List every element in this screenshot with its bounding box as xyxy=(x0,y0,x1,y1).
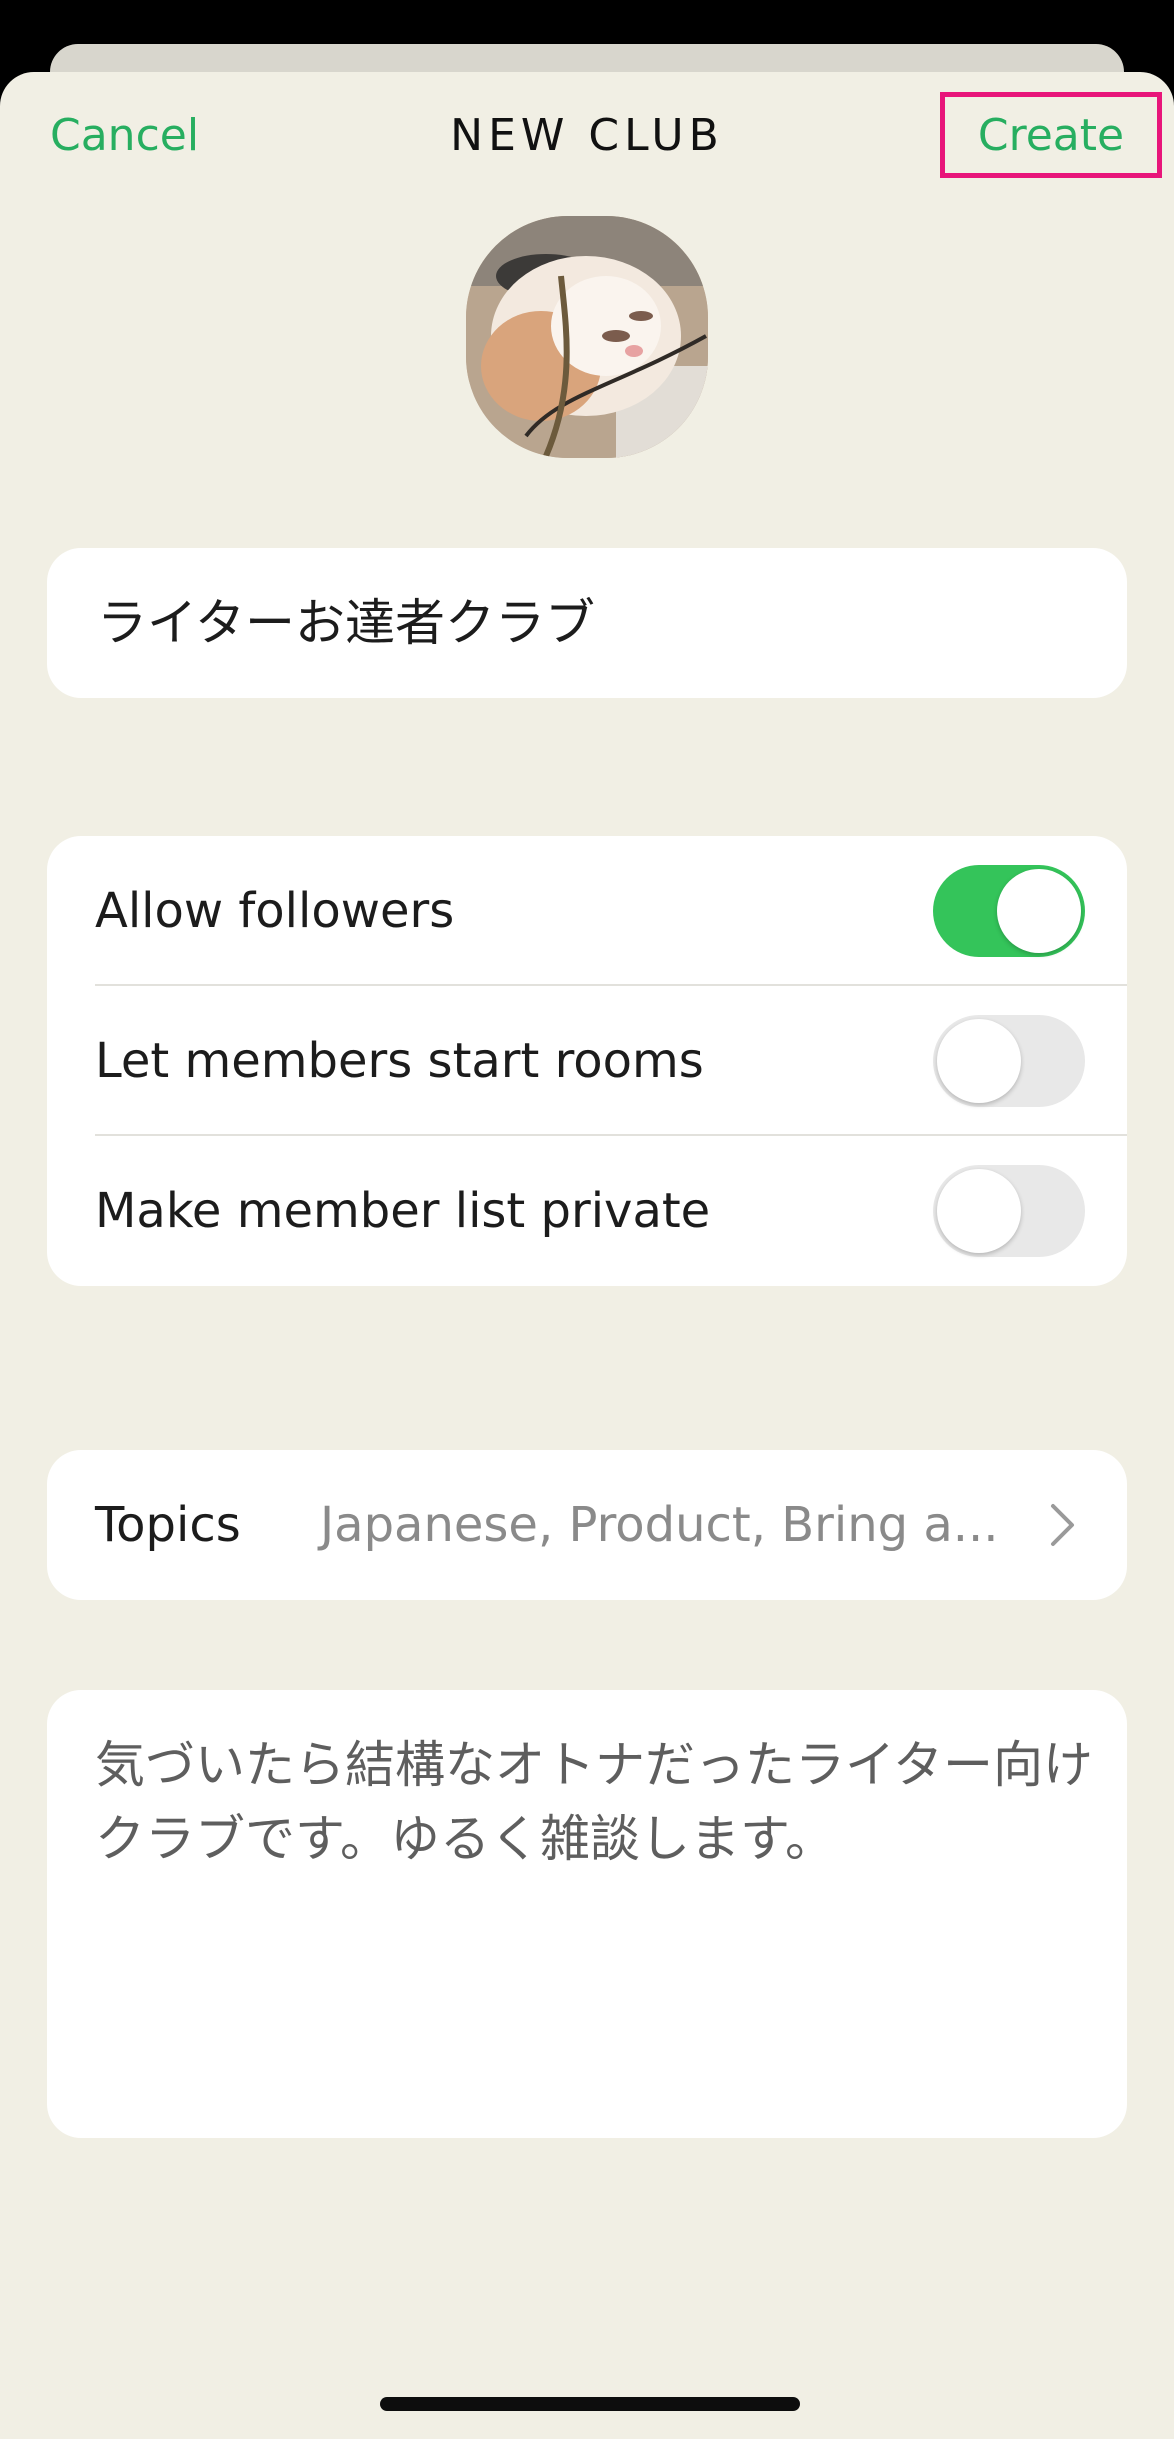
topics-value: Japanese, Product, Bring a... xyxy=(320,1497,999,1553)
setting-label: Let members start rooms xyxy=(95,1033,704,1089)
setting-row-allow-followers: Allow followers xyxy=(47,836,1127,986)
topics-row[interactable]: Topics Japanese, Product, Bring a... xyxy=(47,1450,1127,1600)
club-avatar[interactable] xyxy=(466,216,708,458)
home-indicator xyxy=(380,2397,800,2411)
create-button[interactable]: Create xyxy=(940,92,1162,178)
description-card[interactable]: 気づいたら結構なオトナだったライター向けクラブです。ゆるく雑談します。 xyxy=(47,1690,1127,2138)
cancel-button[interactable]: Cancel xyxy=(50,110,199,161)
club-name-card: ライターお達者クラブ xyxy=(47,548,1127,698)
description-field[interactable]: 気づいたら結構なオトナだったライター向けクラブです。ゆるく雑談します。 xyxy=(95,1728,1095,1876)
setting-row-member-list-private: Make member list private xyxy=(47,1136,1127,1286)
toggle-knob xyxy=(997,869,1081,953)
setting-label: Allow followers xyxy=(95,883,455,939)
allow-followers-toggle[interactable] xyxy=(933,865,1085,957)
topics-label: Topics xyxy=(95,1497,241,1553)
toggle-knob xyxy=(937,1019,1021,1103)
settings-card: Allow followers Let members start rooms … xyxy=(47,836,1127,1286)
setting-label: Make member list private xyxy=(95,1183,711,1239)
club-name-field[interactable]: ライターお達者クラブ xyxy=(97,548,595,698)
toggle-knob xyxy=(937,1169,1021,1253)
chevron-right-icon xyxy=(1051,1504,1074,1546)
setting-row-members-start-rooms: Let members start rooms xyxy=(47,986,1127,1136)
club-photo-icon xyxy=(466,216,708,458)
members-start-rooms-toggle[interactable] xyxy=(933,1015,1085,1107)
member-list-private-toggle[interactable] xyxy=(933,1165,1085,1257)
